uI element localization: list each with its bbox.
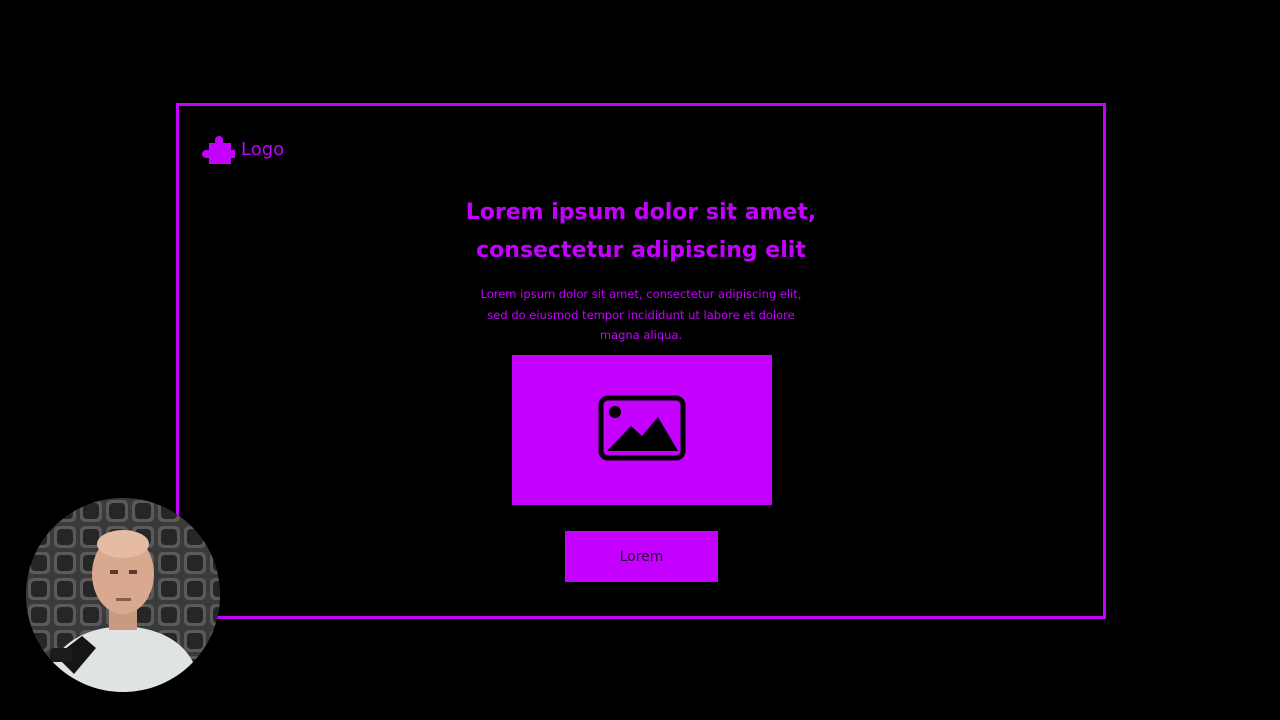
logo-text: Logo [241, 138, 285, 160]
cta-button[interactable]: Lorem [565, 531, 718, 582]
subtext-line-3: magna aliqua. [599, 328, 683, 342]
puzzle-icon [201, 134, 235, 164]
image-placeholder [512, 355, 772, 505]
headline-line-1: Lorem ipsum dolor sit amet, [465, 200, 817, 225]
image-icon [598, 395, 686, 465]
page-subtext: Lorem ipsum dolor sit amet, consectetur … [179, 284, 1103, 346]
wireframe-frame: Logo Lorem ipsum dolor sit amet, consect… [176, 103, 1106, 619]
presenter-webcam [26, 498, 220, 692]
subtext-line-1: Lorem ipsum dolor sit amet, consectetur … [480, 287, 802, 301]
page-headline: Lorem ipsum dolor sit amet, consectetur … [179, 194, 1103, 270]
headline-line-2: consectetur adipiscing elit [476, 238, 806, 263]
subtext-line-2: sed do eiusmod tempor incididunt ut labo… [487, 307, 795, 322]
logo[interactable]: Logo [201, 134, 284, 164]
